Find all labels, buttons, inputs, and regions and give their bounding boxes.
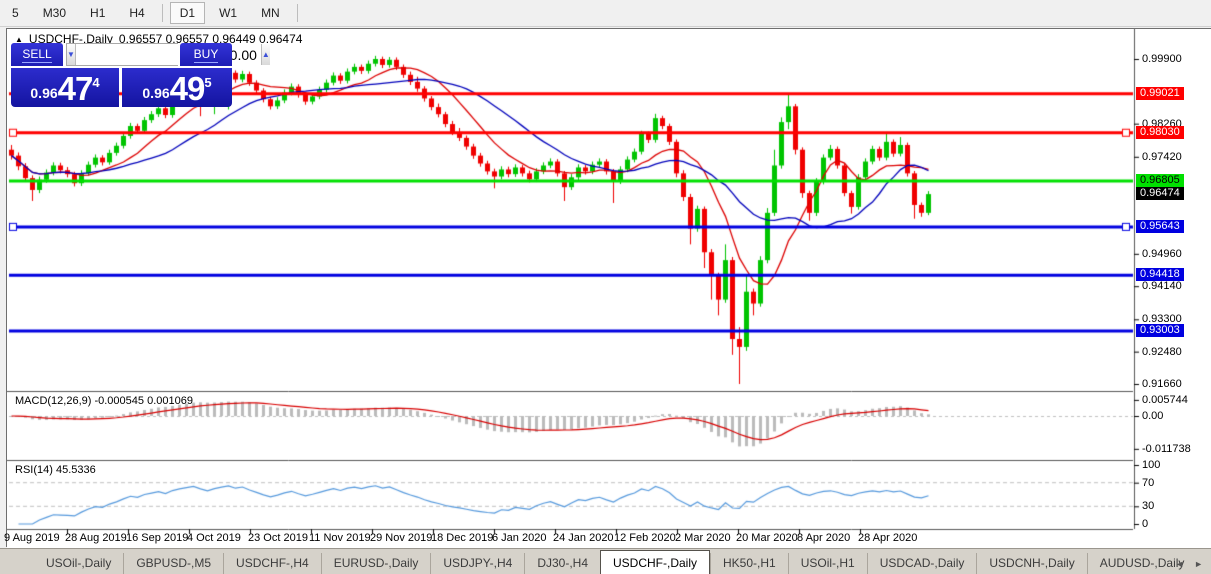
chart-tab[interactable]: DJ30-,H4 xyxy=(524,553,600,574)
toolbar-separator xyxy=(161,4,163,22)
chart-tab[interactable]: USOil-,Daily xyxy=(34,553,123,574)
toolbar-separator xyxy=(296,4,298,22)
sell-button[interactable]: SELL xyxy=(11,43,63,66)
tab-scroll-controls: ◄ ► xyxy=(1175,559,1203,569)
date-label: 23 Oct 2019 xyxy=(248,532,308,544)
price-line-tag: 0.96474 xyxy=(1136,187,1184,201)
volume-increase-button[interactable]: ▲ xyxy=(260,44,270,65)
date-label: 8 Apr 2020 xyxy=(797,532,851,544)
date-axis: 9 Aug 2019 28 Aug 2019 16 Sep 2019 4 Oct 20… xyxy=(4,532,1131,548)
date-label: 12 Feb 2020 xyxy=(614,532,676,544)
volume-decrease-button[interactable]: ▼ xyxy=(67,44,76,65)
rsi-tick-label: 100 xyxy=(1142,459,1161,471)
date-label: 28 Aug 2019 xyxy=(65,532,127,544)
rsi-tick-label: 30 xyxy=(1142,500,1155,513)
rsi-indicator-label: RSI(14) 45.5336 xyxy=(15,464,96,476)
chart-tab[interactable]: USDJPY-,H4 xyxy=(430,553,524,574)
chart-tab-bar: USOil-,Daily GBPUSD-,M5 USDCHF-,H4 EURUSD-,… xyxy=(0,548,1211,574)
trading-terminal: 5 M30 H1 H4 D1 W1 MN ▲ USDCHF-,Daily 0.96557 0… xyxy=(0,0,1211,574)
price-line-tag: 0.96805 xyxy=(1136,174,1184,188)
timeframe-button-h4[interactable]: H4 xyxy=(119,2,154,24)
buy-price-pip: 5 xyxy=(204,75,212,90)
date-label: 9 Aug 2019 xyxy=(4,532,60,544)
sell-price-pip: 4 xyxy=(92,75,100,90)
volume-spinner: ▼ ▲ xyxy=(66,43,270,66)
sell-price-box[interactable]: 0.96 47 4 xyxy=(11,68,119,107)
buy-price-prefix: 0.96 xyxy=(142,85,170,101)
chart-tab[interactable]: EURUSD-,Daily xyxy=(320,553,431,574)
price-tick-label: 0.94960 xyxy=(1142,247,1182,260)
tab-scroll-left-icon[interactable]: ◄ xyxy=(1175,559,1184,569)
macd-tick-label: 0.00 xyxy=(1142,410,1164,422)
price-tick-label: 0.94140 xyxy=(1142,280,1182,293)
price-tick-label: 0.91660 xyxy=(1142,377,1182,390)
chart-tab[interactable]: USDCHF-,Daily xyxy=(600,550,710,574)
price-line-tag: 0.95643 xyxy=(1136,219,1184,233)
date-label: 20 Mar 2020 xyxy=(736,532,798,544)
timeframe-button-h1[interactable]: H1 xyxy=(80,2,115,24)
date-label: 16 Sep 2019 xyxy=(126,532,189,544)
date-label: 24 Jan 2020 xyxy=(553,532,614,544)
tab-strip: USOil-,Daily GBPUSD-,M5 USDCHF-,H4 EURUSD-,… xyxy=(34,549,1196,574)
chart-window: ▲ USDCHF-,Daily 0.96557 0.96557 0.96449 … xyxy=(4,28,1211,548)
rsi-tick-label: 70 xyxy=(1142,476,1155,489)
price-line-tag: 0.93003 xyxy=(1136,324,1184,338)
buy-price-big: 49 xyxy=(169,70,206,107)
timeframe-button-5[interactable]: 5 xyxy=(2,2,29,24)
price-tick-label: 0.97420 xyxy=(1142,150,1182,163)
sell-button-label: SELL xyxy=(22,46,52,63)
buy-button[interactable]: BUY xyxy=(180,43,232,66)
macd-indicator-label: MACD(12,26,9) -0.000545 0.001069 xyxy=(15,395,193,407)
date-label: 6 Jan 2020 xyxy=(492,532,547,544)
tab-scroll-right-icon[interactable]: ► xyxy=(1194,559,1203,569)
timeframe-toolbar: 5 M30 H1 H4 D1 W1 MN xyxy=(0,0,1211,27)
date-label: 2 Mar 2020 xyxy=(675,532,731,544)
timeframe-button-m30[interactable]: M30 xyxy=(33,2,76,24)
date-label: 28 Apr 2020 xyxy=(858,532,918,544)
price-line-tag: 0.99021 xyxy=(1136,86,1184,100)
chart-tab[interactable]: USDCNH-,Daily xyxy=(976,553,1086,574)
price-line-tag: 0.98030 xyxy=(1136,125,1184,139)
chart-tab[interactable]: GBPUSD-,M5 xyxy=(123,553,223,574)
timeframe-button-mn[interactable]: MN xyxy=(251,2,290,24)
price-tick-label: 0.92480 xyxy=(1142,345,1182,358)
timeframe-button-d1[interactable]: D1 xyxy=(169,2,206,24)
macd-tick-label: -0.011738 xyxy=(1142,442,1191,455)
one-click-trade-panel: SELL ▼ ▲ BUY 0.96 47 4 0.96 49 5 xyxy=(11,43,270,107)
timeframe-button-w1[interactable]: W1 xyxy=(209,2,247,24)
date-label: 11 Nov 2019 xyxy=(309,532,371,544)
chart-tab[interactable]: USOil-,H1 xyxy=(787,553,867,574)
chart-tab[interactable]: USDCHF-,H4 xyxy=(223,553,321,574)
rsi-tick-label: 0 xyxy=(1142,518,1149,530)
sell-price-big: 47 xyxy=(57,70,94,107)
date-label: 4 Oct 2019 xyxy=(187,532,241,544)
chart-tab[interactable]: HK50-,H1 xyxy=(710,553,788,574)
buy-price-box[interactable]: 0.96 49 5 xyxy=(122,68,232,107)
volume-input[interactable] xyxy=(75,44,261,65)
chart-tab[interactable]: USDCAD-,Daily xyxy=(866,553,977,574)
date-label: 18 Dec 2019 xyxy=(431,532,494,544)
price-tick-label: 0.99900 xyxy=(1142,53,1182,65)
sell-price-prefix: 0.96 xyxy=(30,85,58,101)
price-line-tag: 0.94418 xyxy=(1136,268,1184,282)
buy-button-label: BUY xyxy=(193,46,219,63)
date-label: 29 Nov 2019 xyxy=(370,532,433,544)
macd-tick-label: 0.005744 xyxy=(1142,393,1188,406)
